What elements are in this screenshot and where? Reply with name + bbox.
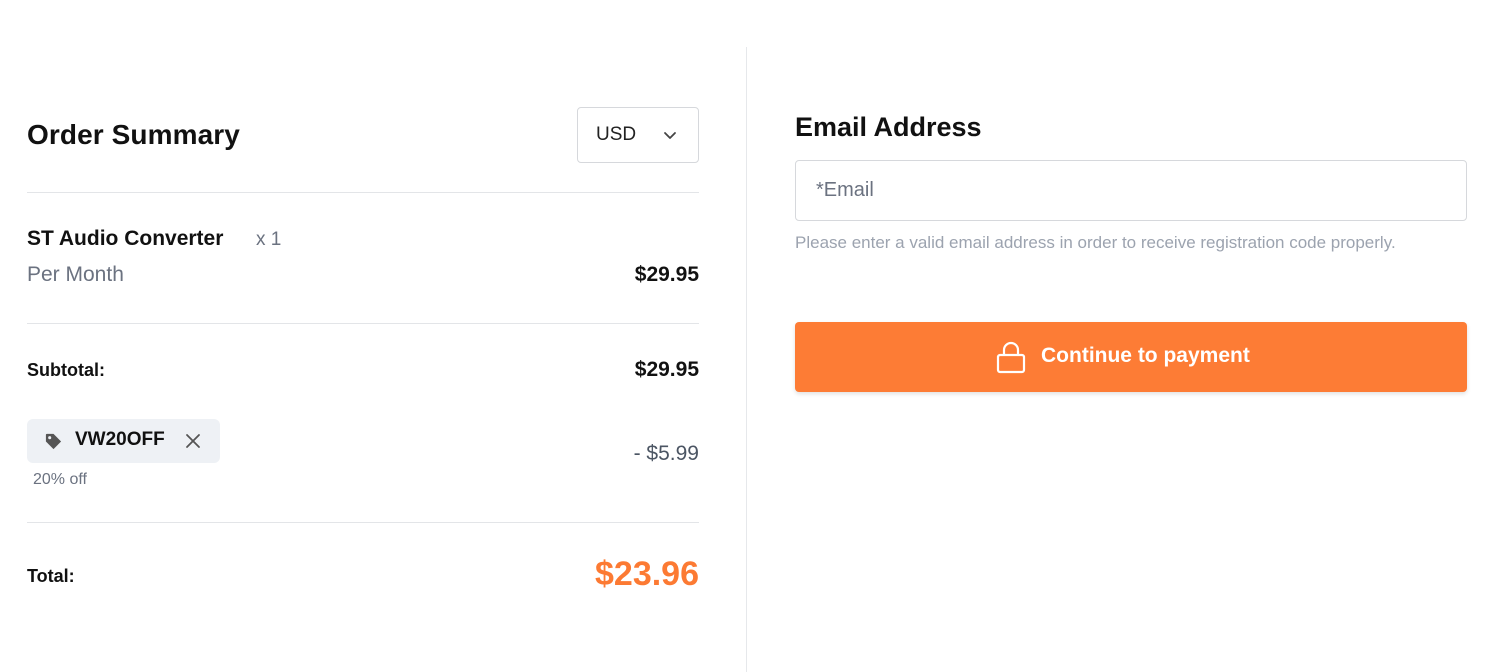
coupon-chip: VW20OFF xyxy=(27,419,220,463)
subtotal-value: $29.95 xyxy=(634,358,699,381)
subtotal-label: Subtotal: xyxy=(27,360,105,380)
email-help-text: Please enter a valid email address in or… xyxy=(795,233,1396,252)
product-quantity: x 1 xyxy=(256,229,282,250)
divider xyxy=(27,192,699,193)
column-divider xyxy=(746,47,747,672)
order-summary-title: Order Summary xyxy=(27,119,240,150)
coupon-code: VW20OFF xyxy=(75,429,165,450)
product-price: $29.95 xyxy=(634,263,699,286)
order-summary-panel: Order Summary USD ST Audio Converter x 1… xyxy=(27,0,699,672)
total-value: $23.96 xyxy=(595,555,699,593)
email-heading: Email Address xyxy=(795,112,982,142)
coupon-discount-note: 20% off xyxy=(33,471,87,488)
email-input[interactable] xyxy=(795,160,1467,221)
chevron-down-icon xyxy=(664,132,676,139)
continue-to-payment-button[interactable]: Continue to payment xyxy=(795,322,1467,392)
divider xyxy=(27,323,699,324)
discount-value: - $5.99 xyxy=(633,442,699,465)
product-name: ST Audio Converter xyxy=(27,227,224,250)
total-label: Total: xyxy=(27,566,75,586)
order-summary-header: Order Summary USD xyxy=(27,107,699,163)
checkout-page: Order Summary USD ST Audio Converter x 1… xyxy=(0,0,1500,672)
email-panel: Email Address Please enter a valid email… xyxy=(795,0,1467,672)
currency-select[interactable]: USD xyxy=(577,107,699,163)
continue-to-payment-label: Continue to payment xyxy=(1041,344,1250,367)
product-billing-period: Per Month xyxy=(27,263,124,286)
lock-icon xyxy=(996,341,1026,374)
tag-icon xyxy=(45,433,62,450)
currency-value: USD xyxy=(596,124,637,145)
divider xyxy=(27,522,699,523)
close-icon[interactable] xyxy=(184,432,202,450)
